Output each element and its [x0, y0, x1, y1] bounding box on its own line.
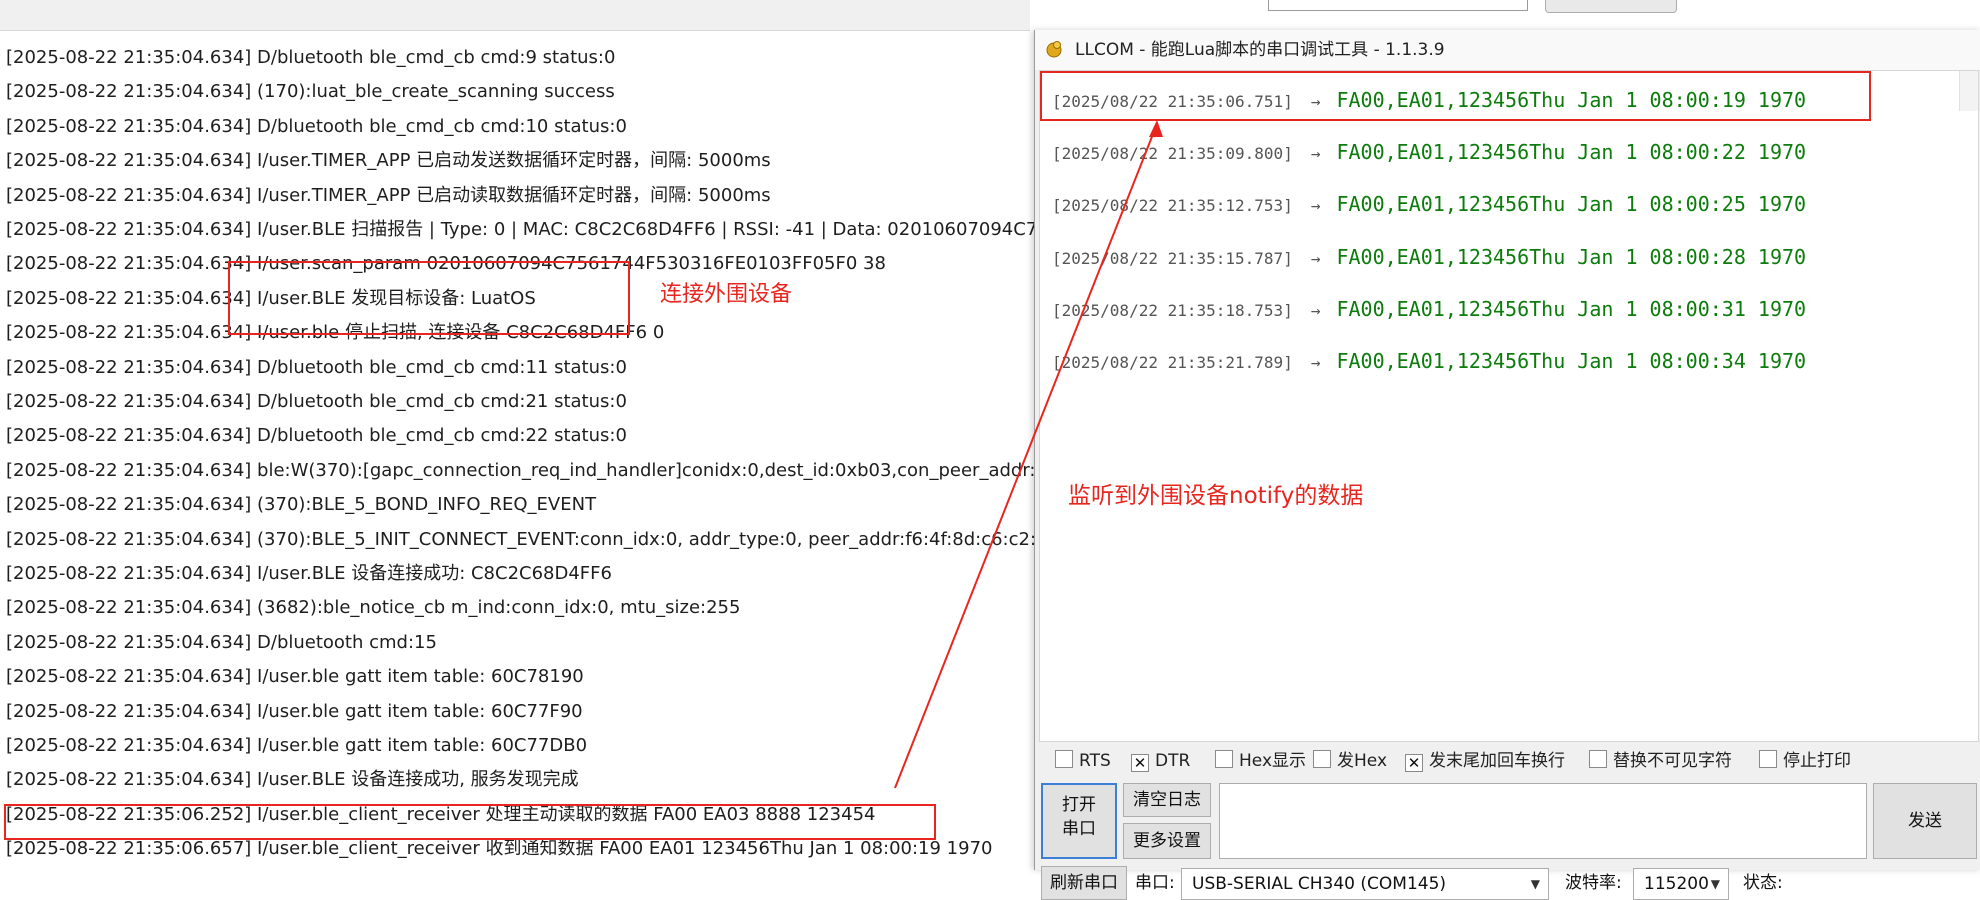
log-line: [2025-08-22 21:35:04.634] D/bluetooth bl… — [6, 391, 627, 412]
baud-select-value: 115200 — [1644, 874, 1709, 894]
arrow-icon: → — [1310, 353, 1321, 372]
arrow-icon: → — [1310, 196, 1321, 216]
log-line: [2025-08-22 21:35:04.634] (370):BLE_5_BO… — [6, 494, 597, 516]
more-settings-button[interactable]: 更多设置 — [1123, 823, 1211, 859]
log-line: [2025-08-22 21:35:04.634] D/bluetooth bl… — [6, 425, 627, 447]
connect-highlight-box — [228, 261, 630, 335]
received-timestamp: [2025/08/22 21:35:15.787] — [1052, 248, 1293, 268]
chevron-down-icon: ▼ — [1710, 877, 1720, 891]
open-port-button[interactable]: 打开 串口 — [1041, 783, 1117, 859]
background-button[interactable] — [1545, 0, 1677, 13]
log-line: [2025-08-22 21:35:04.634] I/user.BLE 设备连… — [6, 563, 612, 584]
log-line: [2025-08-22 21:35:04.634] I/user.TIMER_A… — [6, 150, 771, 172]
option-checkbox[interactable]: 替换不可见字符 — [1589, 748, 1732, 774]
checkbox-icon[interactable]: ✕ — [1405, 754, 1423, 772]
log-line: [2025-08-22 21:35:04.634] (370):BLE_5_IN… — [6, 528, 1040, 550]
port-select[interactable]: USB-SERIAL CH340 (COM145) ▼ — [1181, 868, 1549, 900]
option-label: Hex显示 — [1239, 751, 1307, 771]
log-line: [2025-08-22 21:35:09.694] I/user.ble_cli… — [6, 867, 993, 870]
checkbox-icon[interactable] — [1313, 750, 1331, 768]
log-line: [2025-08-22 21:35:04.634] (170):luat_ble… — [6, 81, 615, 103]
checkbox-icon[interactable] — [1589, 750, 1607, 768]
log-line: [2025-08-22 21:35:04.634] D/bluetooth bl… — [6, 356, 627, 378]
option-label: 替换不可见字符 — [1613, 751, 1732, 771]
received-row: [2025/08/22 21:35:09.800] → FA00,EA01,1234… — [1052, 137, 1806, 167]
clear-log-button[interactable]: 清空日志 — [1123, 783, 1211, 817]
notify-highlight-box — [4, 804, 936, 840]
option-checkbox[interactable]: RTS — [1055, 748, 1111, 774]
arrow-icon: → — [1310, 144, 1321, 164]
log-line: [2025-08-22 21:35:04.634] D/bluetooth bl… — [6, 47, 616, 68]
received-timestamp: [2025/08/22 21:35:21.789] — [1052, 353, 1293, 372]
baud-label: 波特率: — [1565, 873, 1622, 893]
received-timestamp: [2025/08/22 21:35:12.753] — [1052, 196, 1293, 216]
checkbox-icon[interactable] — [1215, 750, 1233, 768]
received-data: FA00,EA01,123456Thu Jan 1 08:00:28 1970 — [1336, 244, 1807, 269]
option-checkbox[interactable]: ✕ DTR — [1131, 748, 1190, 774]
received-row: [2025/08/22 21:35:18.753] → FA00,EA01,1234… — [1052, 294, 1806, 324]
received-data: FA00,EA01,123456Thu Jan 1 08:00:25 1970 — [1336, 192, 1807, 217]
option-label: RTS — [1079, 751, 1111, 771]
received-row: [2025/08/22 21:35:12.753] → FA00,EA01,1234… — [1052, 189, 1806, 219]
received-data: FA00,EA01,123456Thu Jan 1 08:00:22 1970 — [1336, 140, 1807, 165]
option-checkbox[interactable]: 停止打印 — [1759, 748, 1851, 774]
received-timestamp: [2025/08/22 21:35:18.753] — [1052, 300, 1293, 320]
checkbox-icon[interactable]: ✕ — [1131, 754, 1149, 772]
checkbox-icon[interactable] — [1055, 750, 1073, 768]
log-line: [2025-08-22 21:35:04.634] D/bluetooth bl… — [6, 115, 627, 137]
receive-annotation: 监听到外围设备notify的数据 — [1068, 483, 1364, 509]
log-panel[interactable]: [2025-08-22 21:35:04.634] D/bluetooth bl… — [0, 22, 1040, 870]
state-label: 状态: — [1743, 873, 1783, 893]
log-line: [2025-08-22 21:35:04.634] D/bluetooth cm… — [6, 631, 437, 653]
log-line: [2025-08-22 21:35:04.634] I/user.BLE 设备连… — [6, 769, 579, 791]
first-received-highlight-box — [1040, 71, 1871, 121]
option-label: 发Hex — [1337, 751, 1388, 771]
option-checkbox[interactable]: Hex显示 — [1215, 748, 1306, 774]
port-select-value: USB-SERIAL CH340 (COM145) — [1192, 874, 1447, 894]
scrollbar[interactable] — [1959, 71, 1978, 111]
refresh-port-button[interactable]: 刷新串口 — [1041, 866, 1127, 900]
chevron-down-icon: ▼ — [1530, 877, 1540, 891]
log-line: [2025-08-22 21:35:04.634] ble:W(370):[ga… — [6, 459, 1040, 481]
open-port-label-1: 打开 — [1062, 795, 1096, 815]
log-line: [2025-08-22 21:35:04.634] I/user.TIMER_A… — [6, 184, 771, 206]
title-bar: LLCOM - 能跑Lua脚本的串口调试工具 - 1.1.3.9 — [1035, 30, 1980, 70]
send-text-input[interactable] — [1219, 783, 1867, 859]
received-row: [2025/08/22 21:35:21.789] → FA00,EA01,1234… — [1052, 346, 1806, 376]
arrow-icon: → — [1310, 300, 1321, 320]
received-timestamp: [2025/08/22 21:35:09.800] — [1052, 144, 1293, 164]
send-button[interactable]: 发送 — [1873, 783, 1977, 859]
receive-area[interactable]: [2025/08/22 21:35:06.751] → FA00,EA01,1234… — [1039, 70, 1979, 742]
log-line: [2025-08-22 21:35:04.634] I/user.ble gat… — [6, 700, 583, 722]
option-label: DTR — [1155, 751, 1191, 771]
log-line: [2025-08-22 21:35:04.634] I/user.ble gat… — [6, 735, 588, 756]
option-label: 停止打印 — [1783, 751, 1851, 771]
window-title: LLCOM - 能跑Lua脚本的串口调试工具 - 1.1.3.9 — [1075, 40, 1445, 60]
background-search-input[interactable] — [1268, 0, 1528, 11]
log-line: [2025-08-22 21:35:04.634] I/user.ble gat… — [6, 666, 584, 688]
received-data: FA00,EA01,123456Thu Jan 1 08:00:34 1970 — [1336, 349, 1807, 373]
received-data: FA00,EA01,123456Thu Jan 1 08:00:31 1970 — [1336, 296, 1807, 321]
received-row: [2025/08/22 21:35:15.787] → FA00,EA01,1234… — [1052, 242, 1806, 272]
arrow-icon: → — [1310, 248, 1321, 268]
option-label: 发末尾加回车换行 — [1429, 751, 1565, 771]
log-line: [2025-08-22 21:35:04.634] (3682):ble_not… — [6, 597, 741, 619]
port-label: 串口: — [1135, 873, 1175, 893]
baud-select[interactable]: 115200 ▼ — [1633, 868, 1729, 900]
llcom-window: LLCOM - 能跑Lua脚本的串口调试工具 - 1.1.3.9 [2025/0… — [1034, 30, 1980, 900]
option-checkbox[interactable]: ✕ 发末尾加回车换行 — [1405, 748, 1565, 774]
log-annotation: 连接外围设备 — [660, 282, 793, 307]
log-line: [2025-08-22 21:35:04.634] I/user.BLE 扫描报… — [6, 219, 1040, 240]
checkbox-icon[interactable] — [1759, 750, 1777, 768]
llcom-coin-icon — [1046, 41, 1062, 58]
option-checkbox[interactable]: 发Hex — [1313, 748, 1387, 774]
open-port-label-2: 串口 — [1062, 819, 1096, 839]
